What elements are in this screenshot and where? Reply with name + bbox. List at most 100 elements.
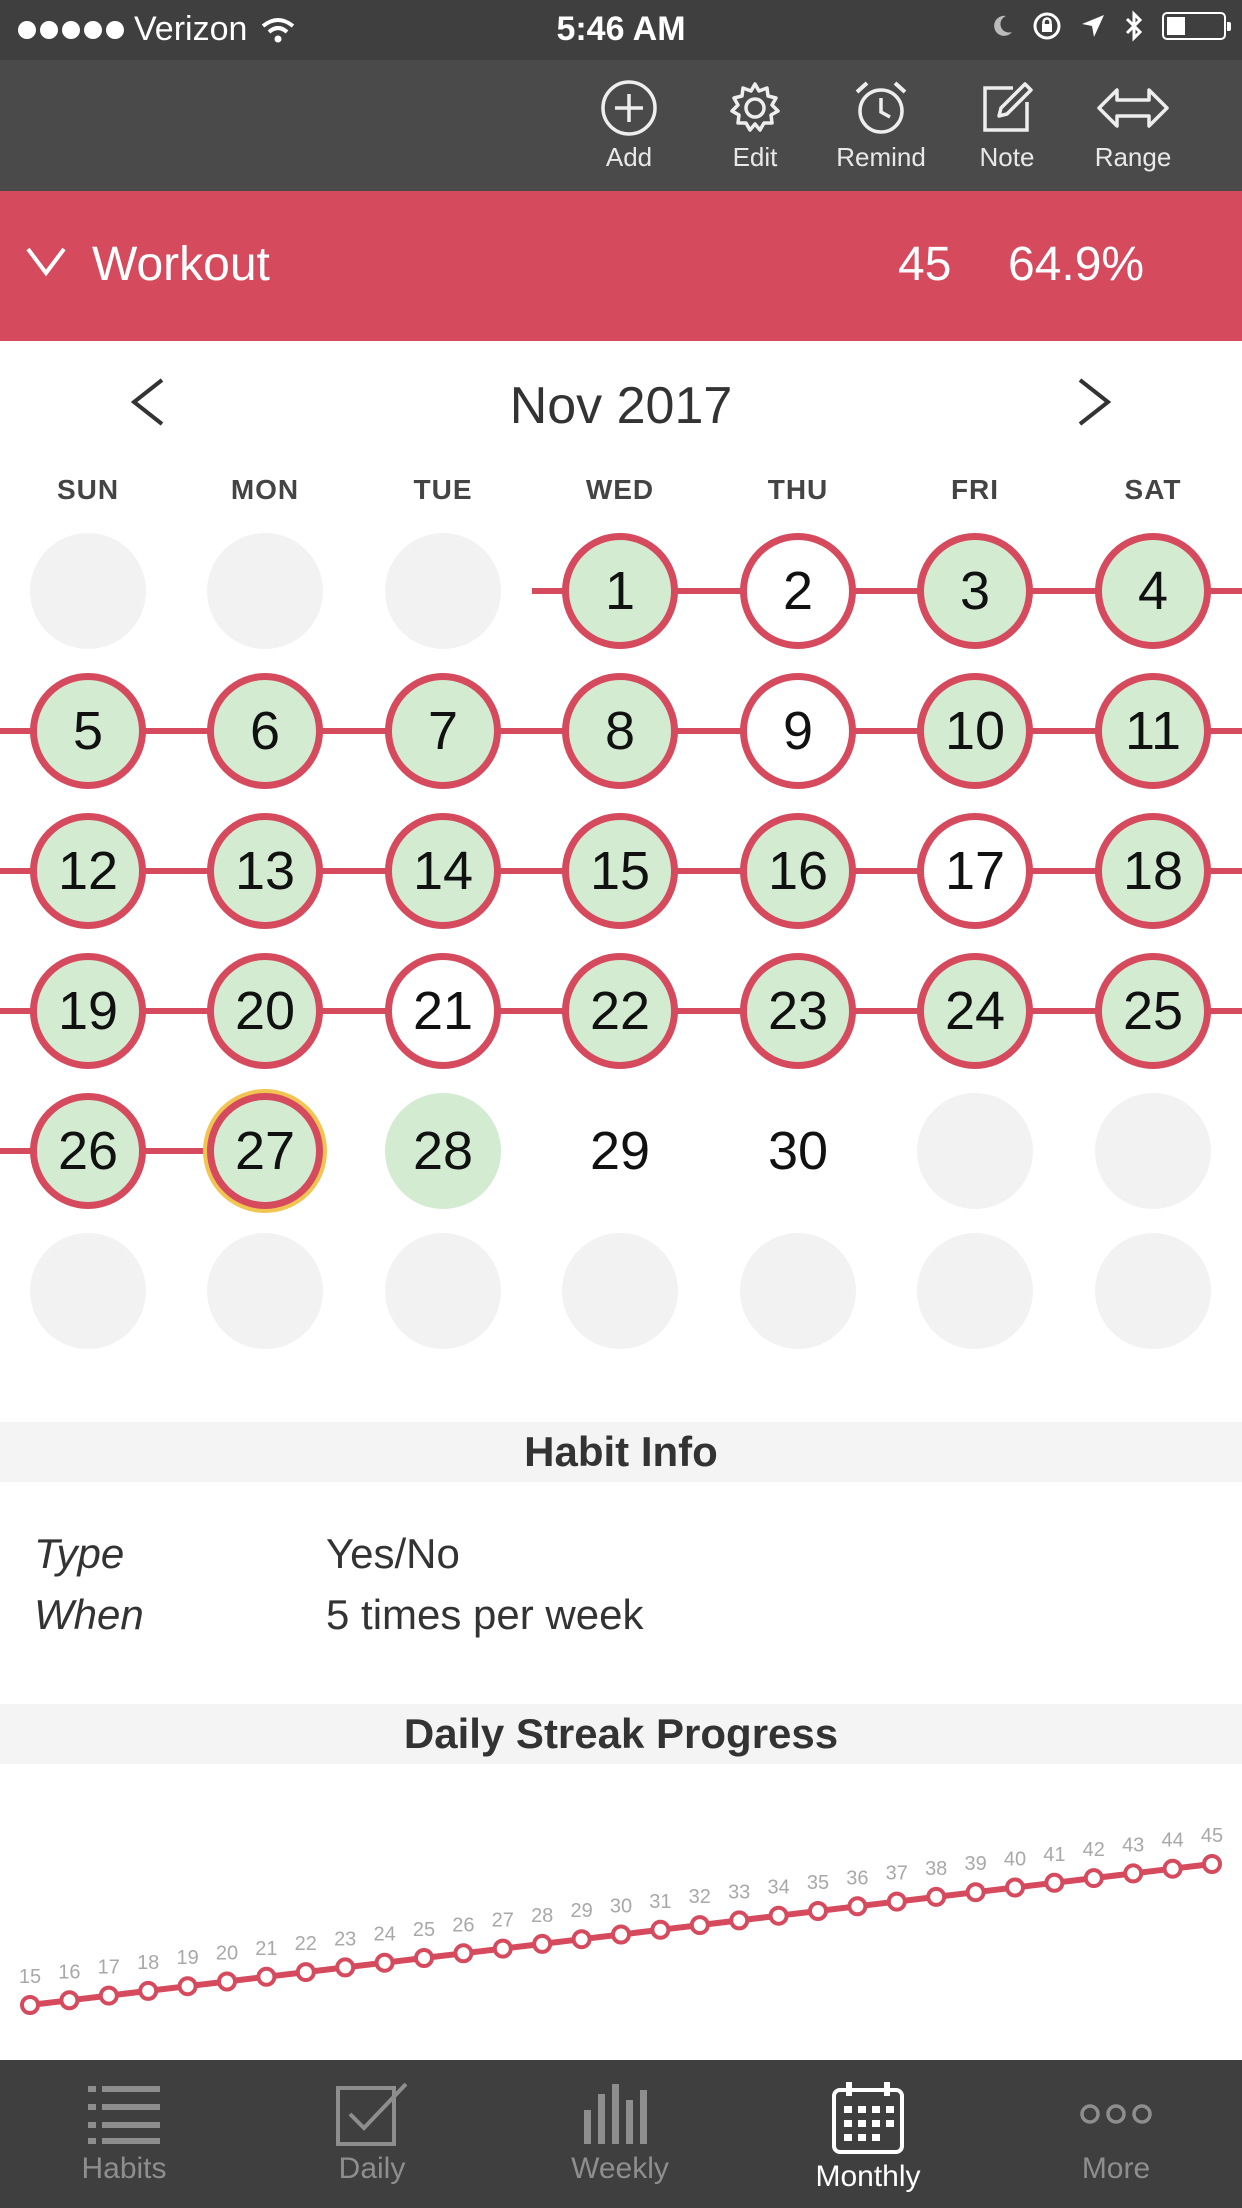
calendar-day[interactable]: 24 (917, 953, 1033, 1069)
streak-data-label: 38 (925, 1858, 947, 1880)
add-button[interactable]: Add (574, 78, 684, 173)
calendar-day[interactable]: 15 (562, 813, 678, 929)
calendar-day[interactable]: 20 (207, 953, 323, 1069)
bluetooth-icon (1125, 10, 1143, 42)
streak-point (374, 1952, 395, 1973)
note-button[interactable]: Note (952, 78, 1062, 173)
streak-point (414, 1948, 434, 1968)
streak-data-label: 17 (98, 1957, 120, 1979)
chevron-down-icon[interactable] (24, 241, 68, 281)
calendar-day[interactable]: 3 (917, 533, 1033, 649)
weekday-header: SUN MON TUE WED THU FRI SAT (0, 474, 1242, 514)
streak-point (295, 1962, 316, 1983)
calendar-day[interactable]: 19 (30, 953, 146, 1069)
streak-data-label: 24 (373, 1924, 395, 1946)
streak-data-label: 43 (1122, 1834, 1144, 1856)
streak-point (1083, 1868, 1104, 1889)
tab-daily[interactable]: Daily (272, 2080, 472, 2186)
streak-data-label: 21 (255, 1938, 277, 1960)
calendar-day[interactable]: 9 (740, 673, 856, 789)
next-month-icon[interactable] (1068, 372, 1118, 432)
streak-point (926, 1886, 947, 1907)
streak-point (335, 1957, 356, 1978)
calendar-day[interactable]: 22 (562, 953, 678, 1069)
calendar-day[interactable]: 1 (562, 533, 678, 649)
streak-data-label: 34 (767, 1877, 789, 1899)
tab-more[interactable]: More (1016, 2080, 1216, 2186)
streak-data-label: 29 (570, 1900, 592, 1922)
streak-data-label: 33 (728, 1881, 750, 1903)
weekday-label: SAT (1124, 474, 1182, 505)
edit-button[interactable]: Edit (700, 78, 810, 173)
tab-label: More (1081, 2152, 1151, 2185)
moon-icon (994, 15, 1012, 36)
calendar-day[interactable]: 17 (917, 813, 1033, 929)
streak-point (729, 1910, 750, 1931)
remind-label: Remind (836, 142, 926, 172)
gear-icon (730, 82, 780, 132)
streak-point (1005, 1877, 1025, 1898)
streak-point (453, 1943, 474, 1964)
calendar-day[interactable]: 23 (740, 953, 856, 1069)
tab-bar: Habits Daily Weekly Monthly More (0, 2060, 1242, 2208)
weekday-label: TUE (413, 474, 473, 505)
tab-label: Monthly (815, 2160, 921, 2193)
calendar-day[interactable]: 6 (207, 673, 323, 789)
add-label: Add (605, 142, 653, 172)
streak-point (59, 1990, 80, 2011)
list-icon (88, 2086, 160, 2144)
streak-point (886, 1891, 907, 1912)
calendar-icon (832, 2082, 904, 2154)
calendar-day[interactable]: 26 (30, 1093, 146, 1209)
habit-header[interactable]: Workout 45 64.9% (0, 191, 1242, 341)
checkbox-icon (336, 2082, 408, 2146)
calendar-day[interactable]: 30 (740, 1093, 856, 1209)
edit-label: Edit (732, 142, 778, 172)
streak-data-label: 36 (846, 1867, 868, 1889)
calendar-day[interactable]: 7 (385, 673, 501, 789)
streak-data-label: 31 (649, 1891, 671, 1913)
calendar-day[interactable]: 8 (562, 673, 678, 789)
streak-point (808, 1901, 828, 1921)
calendar-day[interactable]: 18 (1095, 813, 1211, 929)
status-right (990, 10, 1231, 42)
streak-data-label: 30 (610, 1896, 632, 1918)
streak-data-label: 28 (531, 1905, 553, 1927)
battery-icon (1162, 12, 1231, 40)
tab-habits[interactable]: Habits (24, 2080, 224, 2186)
calendar-day[interactable]: 5 (30, 673, 146, 789)
calendar-day[interactable]: 25 (1095, 953, 1211, 1069)
alarm-clock-icon (855, 81, 907, 134)
habit-count: 45 (898, 238, 952, 291)
streak-data-label: 15 (19, 1966, 41, 1988)
info-key: When (34, 1591, 144, 1638)
calendar-day[interactable]: 21 (385, 953, 501, 1069)
calendar-day[interactable]: 16 (740, 813, 856, 929)
calendar-day[interactable]: 12 (30, 813, 146, 929)
calendar-day[interactable]: 14 (385, 813, 501, 929)
calendar-empty-cell (30, 533, 146, 649)
streak-point (217, 1971, 237, 1992)
streak-data-label: 40 (1004, 1849, 1026, 1871)
tab-label: Weekly (571, 2152, 669, 2185)
calendar-empty-cell (207, 1233, 323, 1349)
remind-button[interactable]: Remind (826, 78, 936, 173)
calendar-day[interactable]: 11 (1095, 673, 1211, 789)
range-button[interactable]: Range (1078, 78, 1188, 173)
calendar-day[interactable]: 4 (1095, 533, 1211, 649)
calendar-day[interactable]: 27 (207, 1093, 323, 1209)
streak-point (492, 1938, 513, 1959)
calendar-empty-cell (385, 533, 501, 649)
tab-weekly[interactable]: Weekly (520, 2080, 720, 2186)
toolbar: Add Edit Remind Note Range (0, 60, 1242, 191)
tab-monthly[interactable]: Monthly (768, 2080, 968, 2194)
calendar-day[interactable]: 28 (385, 1093, 501, 1209)
streak-data-label: 19 (176, 1947, 198, 1969)
calendar-day[interactable]: 29 (562, 1093, 678, 1209)
streak-data-label: 41 (1043, 1844, 1065, 1866)
calendar-day[interactable]: 13 (207, 813, 323, 929)
streak-point (650, 1919, 671, 1940)
calendar-day[interactable]: 2 (740, 533, 856, 649)
status-bar: Verizon 5:46 AM (0, 0, 1242, 60)
calendar-day[interactable]: 10 (917, 673, 1033, 789)
